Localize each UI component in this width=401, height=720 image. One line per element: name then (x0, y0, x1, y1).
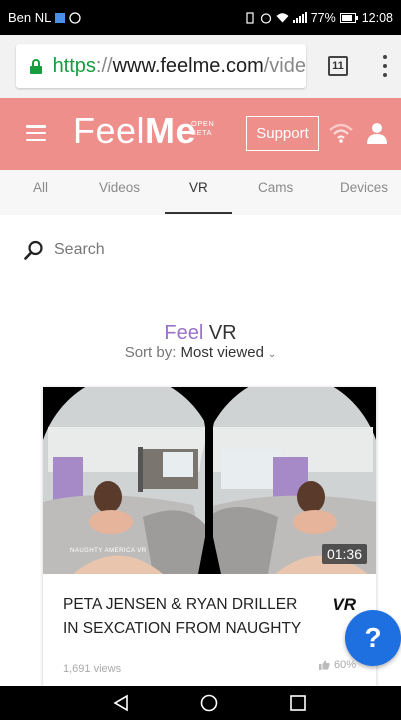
vibrate-icon (246, 11, 254, 24)
whatsapp-icon (69, 11, 82, 24)
url-scheme: https (52, 54, 96, 77)
section-title-vr: VR (208, 322, 237, 344)
tab-all[interactable]: All (33, 180, 48, 195)
tab-switcher-button[interactable]: 11 (328, 56, 348, 76)
back-icon[interactable] (112, 694, 130, 712)
category-tabs: All Videos VR Cams Devices (0, 170, 401, 215)
carrier-label: Ben NL (8, 10, 52, 25)
clock: 12:08 (361, 10, 393, 25)
address-bar[interactable]: https://www.feelme.com/vide (16, 44, 306, 88)
tab-devices[interactable]: Devices (340, 180, 388, 195)
hamburger-menu-icon[interactable] (26, 125, 46, 141)
browser-toolbar: https://www.feelme.com/vide 11 (0, 35, 401, 98)
tab-vr[interactable]: VR (189, 180, 208, 195)
app-notification-icon (55, 12, 66, 23)
url-path: /vide (263, 54, 306, 77)
search-field[interactable]: Search (24, 240, 105, 260)
rating-percent: 60% (333, 659, 356, 671)
duration-badge: 01:36 (321, 544, 367, 564)
video-title[interactable]: PETA JENSEN & RYAN DRILLER IN SEXCATION … (63, 593, 313, 641)
search-placeholder: Search (54, 241, 105, 258)
tab-videos[interactable]: Videos (99, 180, 140, 195)
wifi-status-icon (276, 13, 289, 23)
vr-badge: VR (332, 595, 356, 614)
browser-menu-icon[interactable] (382, 55, 388, 77)
sort-control[interactable]: Sort by: Most viewed ⌄ (0, 344, 401, 361)
tab-cams[interactable]: Cams (258, 180, 293, 195)
status-bar: Ben NL 77% 12:08 (0, 0, 401, 35)
home-icon[interactable] (200, 694, 218, 712)
section-title: Feel VR (0, 322, 401, 345)
view-count: 1,691 views (63, 663, 122, 675)
android-nav-bar (0, 686, 401, 720)
url-separator: :// (95, 54, 113, 77)
alarm-icon (260, 12, 271, 24)
video-card[interactable]: NAUGHTY AMERICA VR 01:36 PETA JENSEN & R… (43, 387, 376, 687)
studio-watermark: NAUGHTY AMERICA VR (70, 548, 147, 554)
search-icon (24, 240, 43, 260)
logo-feel: Feel (73, 110, 146, 151)
support-button[interactable]: Support (246, 116, 319, 151)
video-thumbnail[interactable]: NAUGHTY AMERICA VR 01:36 (43, 387, 376, 574)
logo-tag-open: OPEN (191, 119, 215, 128)
logo-open-beta: OPEN BETA (191, 119, 214, 137)
section-title-feel: Feel (164, 322, 204, 344)
sort-label: Sort by: (124, 344, 177, 361)
logo-me: Me (145, 110, 197, 151)
chevron-down-icon: ⌄ (267, 349, 277, 360)
user-account-icon[interactable] (365, 121, 389, 145)
recent-apps-icon[interactable] (289, 694, 307, 712)
active-tab-indicator (165, 212, 232, 214)
logo-tag-beta: BETA (191, 128, 213, 137)
url-host: www.feelme.com (112, 54, 264, 77)
help-button[interactable]: ? (345, 610, 401, 666)
thumbs-up-icon (318, 660, 330, 670)
wifi-icon[interactable] (328, 121, 354, 145)
battery-icon (339, 12, 358, 23)
site-logo[interactable]: FeelMe (73, 110, 196, 152)
rating: 60% (318, 659, 356, 671)
sort-value: Most viewed (180, 344, 264, 361)
lock-icon (30, 58, 42, 74)
signal-icon (292, 12, 307, 23)
battery-percent: 77% (310, 10, 336, 25)
